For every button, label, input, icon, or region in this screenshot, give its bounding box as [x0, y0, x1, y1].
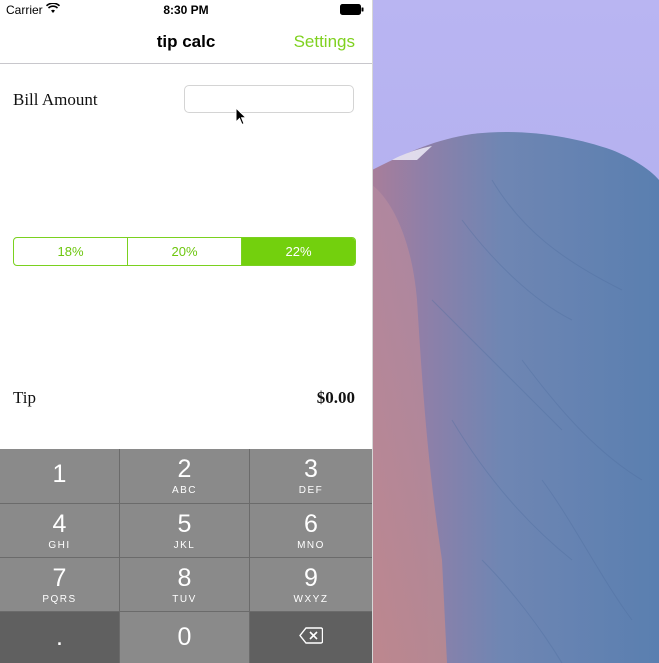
backspace-icon: [299, 626, 324, 649]
key-letters: DEF: [298, 485, 324, 496]
key-8[interactable]: 8 TUV: [120, 558, 249, 611]
key-letters: PQRS: [42, 594, 77, 605]
key-2[interactable]: 2 ABC: [120, 449, 249, 503]
key-digit: 7: [52, 564, 67, 592]
key-6[interactable]: 6 MNO: [250, 504, 372, 557]
key-1[interactable]: 1: [0, 449, 119, 503]
navigation-bar: tip calc Settings: [0, 20, 372, 64]
key-digit: 9: [304, 564, 318, 592]
key-decimal[interactable]: .: [0, 612, 119, 663]
tip-option-20[interactable]: 20%: [128, 238, 242, 265]
key-3[interactable]: 3 DEF: [250, 449, 372, 503]
settings-button[interactable]: Settings: [294, 32, 355, 52]
key-digit: .: [56, 623, 63, 651]
key-delete[interactable]: [250, 612, 372, 663]
key-digit: 1: [52, 460, 67, 488]
key-5[interactable]: 5 JKL: [120, 504, 249, 557]
tip-option-22[interactable]: 22%: [242, 238, 355, 265]
tip-percentage-control: 18% 20% 22%: [13, 237, 356, 266]
key-digit: 3: [304, 455, 318, 483]
tip-value: $0.00: [316, 388, 355, 407]
tip-label: Tip: [13, 388, 37, 407]
key-letters: GHI: [48, 540, 71, 551]
numeric-keypad: 1 2 ABC 3 DEF 4 GHI 5 JKL 6 MNO 7 PQRS 8…: [0, 449, 372, 663]
key-9[interactable]: 9 WXYZ: [250, 558, 372, 611]
key-letters: JKL: [173, 540, 196, 551]
tip-option-18[interactable]: 18%: [14, 238, 128, 265]
status-bar: Carrier 8:30 PM: [0, 0, 372, 20]
key-digit: 4: [52, 510, 67, 538]
mouse-pointer-icon: [235, 106, 248, 131]
status-time: 8:30 PM: [163, 3, 209, 17]
key-letters: TUV: [172, 594, 197, 605]
half-dome-image: [372, 132, 659, 663]
desktop-wallpaper: [372, 0, 659, 663]
key-letters: ABC: [171, 485, 198, 496]
key-4[interactable]: 4 GHI: [0, 504, 119, 557]
key-letters: WXYZ: [293, 594, 329, 605]
key-letters: MNO: [297, 540, 325, 551]
bill-amount-label: Bill Amount: [13, 90, 98, 109]
key-digit: 6: [304, 510, 318, 538]
key-digit: 2: [177, 455, 192, 483]
key-digit: 8: [177, 564, 192, 592]
key-7[interactable]: 7 PQRS: [0, 558, 119, 611]
key-0[interactable]: 0: [120, 612, 249, 663]
key-digit: 5: [177, 510, 192, 538]
phone-screen: Carrier 8:30 PM tip calc Settings Bill A…: [0, 0, 372, 663]
key-digit: 0: [177, 623, 192, 651]
bill-amount-input[interactable]: [184, 85, 354, 113]
battery-icon: [340, 4, 364, 18]
